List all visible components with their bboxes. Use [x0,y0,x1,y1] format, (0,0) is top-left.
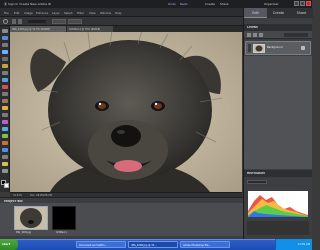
layer-row-background[interactable]: Background [245,41,311,55]
zoom-tool-icon[interactable] [3,19,8,24]
layers-list-empty [244,56,312,169]
layers-toolbar [244,31,312,39]
histogram-stats [247,221,309,235]
paint-bucket-icon[interactable] [2,134,8,138]
shape-tool-icon[interactable] [2,148,8,152]
minimize-icon[interactable] [294,1,299,6]
blur-tool-icon[interactable] [2,155,8,159]
move-tool-icon[interactable] [2,29,8,33]
fit-screen-button[interactable] [68,19,82,24]
visibility-eye-icon[interactable] [248,44,251,52]
close-icon[interactable] [306,1,311,6]
undo-button[interactable]: Undo [168,2,176,6]
sponge-tool-icon[interactable] [2,162,8,166]
new-layer-icon[interactable] [247,33,251,37]
zoom-out-icon[interactable] [18,19,22,24]
bin-item-label: IMG_4209.jpg [16,231,31,234]
histogram-title: HISTOGRAM [247,172,265,175]
create-button[interactable]: Create [205,2,215,6]
taskbar-item-photoshop[interactable]: Adobe Photoshop Ele... [180,241,230,248]
menu-help[interactable]: Help [115,11,121,15]
zoom-slider[interactable] [28,20,46,23]
menu-file[interactable]: File [4,11,9,15]
layer-name: Background [267,46,283,49]
taskbar-item-photo[interactable]: IMG_4209.jpg @ 31... [128,241,178,248]
redo-button[interactable]: Redo [180,2,188,6]
histogram-panel [244,177,312,239]
menu-layer[interactable]: Layer [52,11,60,15]
quick-selection-icon[interactable] [2,78,8,82]
tab-share[interactable]: Share [290,8,313,18]
eraser-icon[interactable] [2,120,8,124]
menu-view[interactable]: View [89,11,96,15]
bin-item-black[interactable] [52,206,76,230]
share-button[interactable]: Share [220,2,229,6]
project-bin: IMG_4209.jpg Untitled-1 [0,203,243,236]
marquee-tool-icon[interactable] [2,57,8,61]
zoom-in-icon[interactable] [12,19,16,24]
organizer-button[interactable]: Organizer [264,2,279,6]
actual-pixels-button[interactable] [52,19,66,24]
hand-tool-icon[interactable] [2,43,8,47]
tab-create[interactable]: Create [267,8,290,18]
gradient-icon[interactable] [2,141,8,145]
blend-mode-select[interactable] [284,33,308,37]
crop-tool-icon[interactable] [2,113,8,117]
clock: 11:59 AM [297,242,310,246]
trash-icon[interactable] [259,33,263,37]
menu-image[interactable]: Image [24,11,33,15]
menu-window[interactable]: Window [100,11,111,15]
start-button[interactable]: start [0,239,18,250]
spot-healing-icon[interactable] [2,92,8,96]
bin-item-photo[interactable] [14,206,48,230]
pencil-icon[interactable] [2,169,8,173]
background-color-swatch[interactable] [4,183,9,188]
lasso-tool-icon[interactable] [2,64,8,68]
menu-edit[interactable]: Edit [14,11,19,15]
tab-edit[interactable]: Edit [244,8,267,18]
toolbox [0,26,10,192]
brush-tool-icon[interactable] [2,127,8,131]
magic-wand-icon[interactable] [2,71,8,75]
eyedropper-icon[interactable] [2,50,8,54]
lock-icon [301,46,305,50]
menu-bar: File Edit Image Enhance Layer Select Fil… [0,8,243,17]
photo-thumbnail [15,207,47,229]
layers-title: LAYERS [247,26,258,29]
type-tool-icon[interactable] [2,106,8,110]
zoom-tool-icon[interactable] [2,36,8,40]
bin-item-label: Untitled-1 [56,231,67,234]
maximize-icon[interactable] [300,1,305,6]
layers-panel-header: LAYERS [244,24,312,31]
clone-stamp-icon[interactable] [2,99,8,103]
red-eye-icon[interactable] [2,85,8,89]
layer-thumbnail [253,44,265,53]
taskbar-item-explorer[interactable]: Document and Settin... [76,241,126,248]
app-title[interactable]: Ⓑ Sign In Create New Adobe ID [4,2,51,6]
menu-select[interactable]: Select [64,11,73,15]
dog-photo [10,32,242,192]
histogram-panel-header: HISTOGRAM [244,170,312,177]
system-tray: 11:59 AM [275,239,312,250]
channel-select[interactable] [247,180,267,184]
menu-enhance[interactable]: Enhance [36,11,48,15]
options-bar [0,17,243,26]
adjustment-layer-icon[interactable] [253,33,257,37]
histogram-graph [248,191,308,217]
menu-filter[interactable]: Filter [77,11,84,15]
image-canvas[interactable] [10,32,242,192]
title-bar: Ⓑ Sign In Create New Adobe ID Undo Redo … [0,0,312,8]
